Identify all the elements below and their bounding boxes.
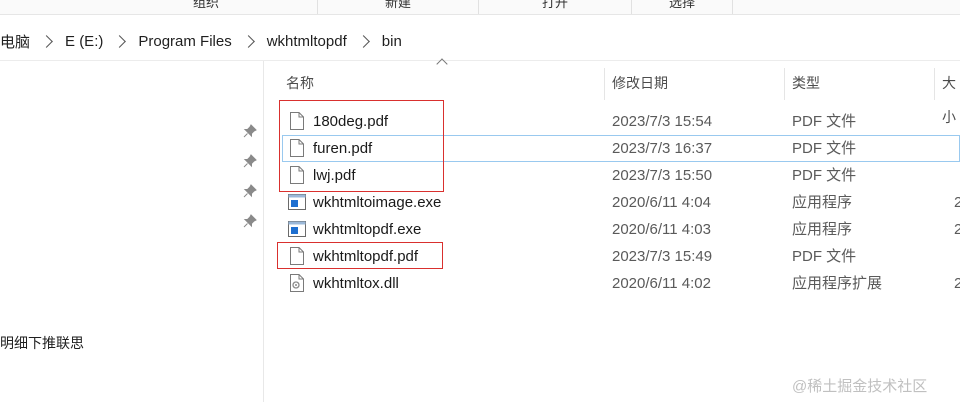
- file-name: wkhtmltopdf.exe: [313, 221, 422, 238]
- pin-icon[interactable]: [243, 124, 257, 138]
- file-type: PDF 文件: [792, 113, 857, 130]
- file-type: 应用程序扩展: [792, 275, 883, 292]
- chevron-right-icon[interactable]: [113, 34, 127, 48]
- chevron-right-icon[interactable]: [356, 34, 370, 48]
- column-size[interactable]: 大小: [934, 66, 960, 125]
- column-date-modified[interactable]: 修改日期: [604, 66, 784, 100]
- file-date: 2023/7/3 15:49: [612, 248, 713, 265]
- pin-icon[interactable]: [243, 214, 257, 228]
- breadcrumb-item-drive-e[interactable]: E (E:): [65, 33, 103, 50]
- file-type: PDF 文件: [792, 167, 857, 184]
- file-type: PDF 文件: [792, 248, 857, 265]
- file-size: 2: [954, 275, 960, 292]
- ribbon-group-new[interactable]: 新建: [318, 0, 479, 14]
- chevron-right-icon[interactable]: [40, 34, 53, 48]
- ribbon-group-select[interactable]: 选择: [632, 0, 733, 14]
- file-type: 应用程序: [792, 194, 853, 211]
- file-row[interactable]: wkhtmltoimage.exe 2020/6/11 4:04 应用程序 2: [264, 189, 960, 216]
- ribbon-group-organize[interactable]: 组织: [95, 0, 318, 14]
- file-date: 2020/6/11 4:03: [612, 221, 711, 238]
- highlight-box: [279, 100, 444, 192]
- file-row[interactable]: wkhtmltox.dll 2020/6/11 4:02 应用程序扩展 2: [264, 270, 960, 297]
- ribbon-group-open[interactable]: 打开: [479, 0, 632, 14]
- file-date: 2023/7/3 15:50: [612, 167, 713, 184]
- file-type: PDF 文件: [792, 140, 857, 157]
- file-date: 2023/7/3 16:37: [612, 140, 713, 157]
- file-date: 2020/6/11 4:02: [612, 275, 711, 292]
- watermark: @稀土掘金技术社区: [792, 378, 928, 395]
- navigation-pane: 明细下推联思: [0, 61, 264, 402]
- file-size: 2: [954, 221, 960, 238]
- column-header: 名称 修改日期 类型 大小: [264, 66, 960, 125]
- breadcrumb-item-wkhtmltopdf[interactable]: wkhtmltopdf: [267, 33, 347, 50]
- dll-icon: [290, 274, 304, 292]
- breadcrumb-item-program-files[interactable]: Program Files: [138, 33, 231, 50]
- file-date: 2020/6/11 4:04: [612, 194, 711, 211]
- column-type[interactable]: 类型: [784, 66, 934, 100]
- pin-icon[interactable]: [243, 184, 257, 198]
- application-icon: [288, 194, 306, 210]
- file-name: wkhtmltox.dll: [313, 275, 399, 292]
- file-name: wkhtmltoimage.exe: [313, 194, 442, 211]
- nav-item-folder[interactable]: 明细下推联思: [0, 333, 84, 353]
- application-icon: [288, 221, 306, 237]
- highlight-box: [277, 242, 443, 269]
- breadcrumb-item-pc[interactable]: 电脑: [0, 31, 30, 52]
- breadcrumb-item-bin[interactable]: bin: [382, 33, 402, 50]
- file-type: 应用程序: [792, 221, 853, 238]
- chevron-right-icon[interactable]: [241, 34, 255, 48]
- file-row[interactable]: wkhtmltopdf.exe 2020/6/11 4:03 应用程序 2: [264, 216, 960, 243]
- pin-icon[interactable]: [243, 154, 257, 168]
- column-name[interactable]: 名称: [278, 66, 604, 100]
- breadcrumb: 电脑 E (E:) Program Files wkhtmltopdf bin: [0, 27, 960, 55]
- file-size: 2: [954, 194, 960, 211]
- ribbon: 组织 新建 打开 选择: [0, 0, 960, 15]
- file-date: 2023/7/3 15:54: [612, 113, 713, 130]
